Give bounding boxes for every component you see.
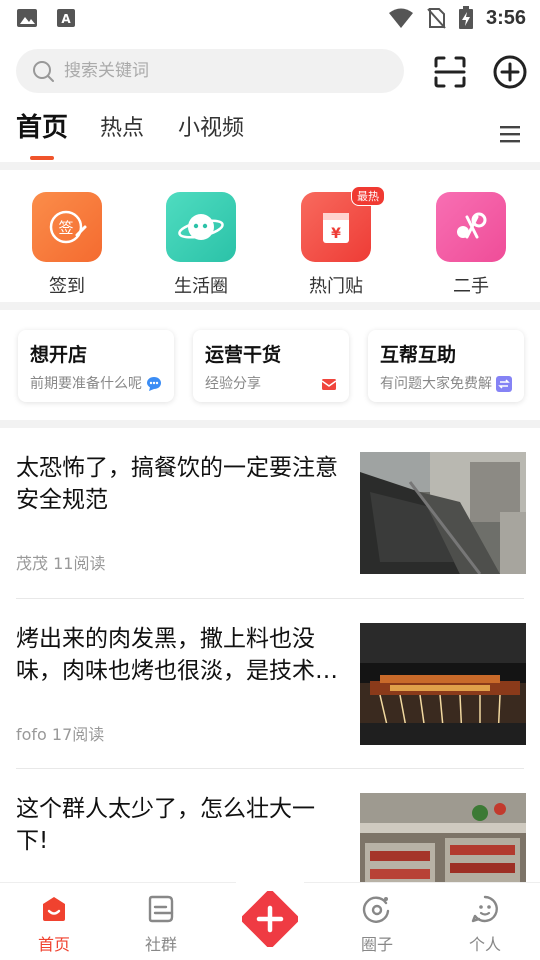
quick-link-label: 签到 bbox=[49, 276, 85, 297]
circle-icon bbox=[362, 896, 390, 923]
quick-link-second-hand[interactable]: 二手 bbox=[421, 192, 521, 298]
add-circle-icon[interactable] bbox=[492, 54, 528, 90]
nav-label: 个人 bbox=[468, 935, 501, 954]
status-time: 3:56 bbox=[485, 6, 526, 29]
envelope-icon bbox=[321, 379, 337, 390]
plus-icon bbox=[242, 891, 298, 947]
no-sim-icon bbox=[427, 8, 446, 29]
feed-item-meta: fofo 17阅读 bbox=[16, 725, 105, 744]
community-icon bbox=[148, 895, 174, 923]
quick-link-life-circle[interactable]: 生活圈 bbox=[151, 192, 251, 298]
profile-icon bbox=[471, 895, 498, 923]
topic-card-operations[interactable]: 运营干货 经验分享 bbox=[193, 330, 349, 402]
nav-community[interactable]: 社群 bbox=[121, 895, 201, 955]
search-row bbox=[0, 48, 540, 96]
section-divider bbox=[0, 420, 540, 428]
nav-profile[interactable]: 个人 bbox=[445, 895, 525, 955]
quick-link-label: 生活圈 bbox=[174, 276, 228, 297]
hot-badge: 最热 bbox=[351, 186, 385, 206]
tab-hot[interactable]: 热点 bbox=[100, 110, 144, 142]
topic-card-mutual-help[interactable]: 互帮互助 有问题大家免费解 bbox=[368, 330, 524, 402]
search-input[interactable] bbox=[64, 61, 364, 81]
quick-links: 签 签到 生活圈 ¥ 最热 热门贴 二手 bbox=[0, 170, 540, 302]
topic-cards: 想开店 前期要准备什么呢 运营干货 经验分享 互帮互助 有问题大家免费解 bbox=[0, 310, 540, 420]
quick-link-sign-in[interactable]: 签 签到 bbox=[17, 192, 117, 298]
search-box[interactable] bbox=[16, 49, 404, 93]
publish-button[interactable] bbox=[236, 879, 304, 959]
feed-item-title: 太恐怖了，搞餐饮的一定要注意安全规范 bbox=[16, 455, 338, 513]
topic-card-title: 想开店 bbox=[30, 344, 88, 366]
nav-label: 首页 bbox=[37, 935, 70, 954]
nav-label: 圈子 bbox=[360, 935, 393, 954]
feed-item[interactable]: 太恐怖了，搞餐饮的一定要注意安全规范 茂茂 11阅读 bbox=[16, 428, 526, 598]
topic-card-title: 互帮互助 bbox=[380, 344, 457, 366]
topic-card-title: 运营干货 bbox=[205, 344, 282, 366]
font-notification-icon: A bbox=[57, 9, 75, 27]
topic-card-subtitle: 有问题大家免费解 bbox=[380, 376, 492, 392]
nav-home[interactable]: 首页 bbox=[14, 895, 94, 955]
topic-card-open-store[interactable]: 想开店 前期要准备什么呢 bbox=[18, 330, 174, 402]
topic-card-subtitle: 前期要准备什么呢 bbox=[30, 376, 142, 392]
hot-post-icon: ¥ 最热 bbox=[301, 186, 385, 262]
image-notification-icon bbox=[17, 9, 37, 27]
feed-item-meta: 茂茂 11阅读 bbox=[16, 554, 106, 573]
quick-link-hot-posts[interactable]: ¥ 最热 热门贴 bbox=[286, 186, 386, 298]
status-bar: A 3:56 bbox=[0, 0, 540, 36]
sign-in-icon: 签 bbox=[32, 192, 102, 262]
tab-short-video[interactable]: 小视频 bbox=[178, 110, 244, 142]
feed-item-title: 这个群人太少了，怎么壮大一下! bbox=[16, 796, 315, 854]
feed-item-title: 烤出来的肉发黑，撒上料也没味，肉味也烤也很淡，是技术问题吗 bbox=[16, 626, 338, 684]
svg-text:¥: ¥ bbox=[331, 226, 341, 242]
bbq-skewers-image bbox=[360, 623, 526, 745]
active-tab-indicator bbox=[30, 156, 54, 160]
planet-icon bbox=[166, 192, 236, 262]
search-icon bbox=[33, 61, 54, 82]
chat-bubble-icon bbox=[147, 377, 161, 391]
section-divider bbox=[0, 302, 540, 310]
quick-link-label: 二手 bbox=[453, 276, 489, 297]
battery-charging-icon bbox=[458, 6, 473, 29]
bottom-navigation: 首页 社群 圈子 个人 bbox=[0, 879, 540, 960]
section-divider bbox=[0, 162, 540, 170]
menu-icon[interactable] bbox=[498, 124, 522, 144]
wifi-icon bbox=[388, 8, 413, 28]
topic-card-subtitle: 经验分享 bbox=[205, 376, 261, 392]
quick-link-label: 热门贴 bbox=[309, 276, 363, 297]
svg-text:签: 签 bbox=[58, 219, 73, 237]
scan-icon[interactable] bbox=[432, 54, 468, 90]
feed-item[interactable]: 烤出来的肉发黑，撒上料也没味，肉味也烤也很淡，是技术问题吗 fofo 17阅读 bbox=[16, 598, 526, 768]
exchange-icon bbox=[436, 192, 506, 262]
nav-circle[interactable]: 圈子 bbox=[337, 895, 417, 955]
home-icon bbox=[43, 897, 65, 921]
svg-text:A: A bbox=[61, 12, 71, 26]
burnt-kitchen-image bbox=[360, 452, 526, 574]
nav-label: 社群 bbox=[144, 935, 177, 954]
post-feed: 太恐怖了，搞餐饮的一定要注意安全规范 茂茂 11阅读 烤出来的肉发黑，撒上料也没… bbox=[0, 428, 540, 938]
swap-icon bbox=[496, 376, 512, 392]
tab-home[interactable]: 首页 bbox=[16, 107, 68, 144]
category-tabs: 首页 热点 小视频 bbox=[0, 110, 540, 162]
